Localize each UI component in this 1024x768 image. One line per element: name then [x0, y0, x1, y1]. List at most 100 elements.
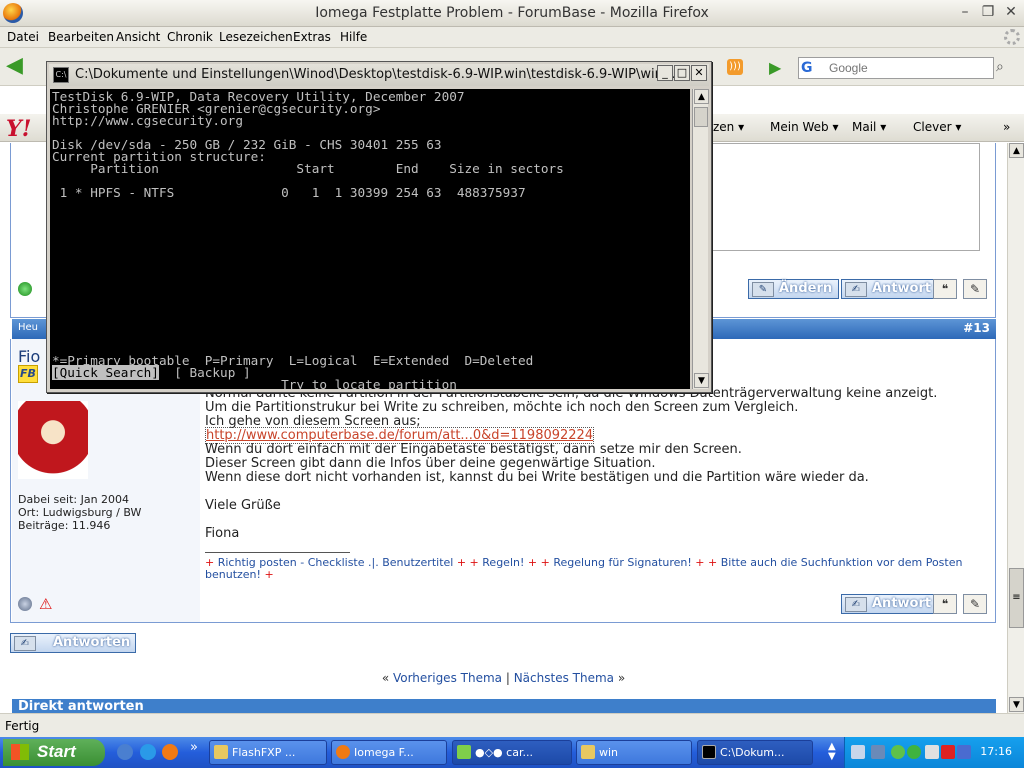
- tray-icon[interactable]: [891, 745, 905, 759]
- signature-divider: [205, 552, 350, 553]
- firefox-task-icon: [336, 745, 350, 759]
- multiquote-button[interactable]: ✎: [963, 279, 987, 299]
- yahoo-item-mein-web[interactable]: Mein Web ▾: [770, 120, 839, 134]
- tray-icon[interactable]: [851, 745, 865, 759]
- menu-hilfe[interactable]: Hilfe: [340, 30, 367, 44]
- plus-icon: + +: [456, 556, 483, 569]
- folder-icon: [581, 745, 595, 759]
- menu-ansicht[interactable]: Ansicht: [116, 30, 160, 44]
- task-cmd[interactable]: C:\Dokum...: [697, 740, 813, 765]
- taskbar: Start » FlashFXP ... Iomega F... ●◇● car…: [0, 737, 1024, 768]
- quicklaunch-more[interactable]: »: [190, 740, 198, 755]
- post-username[interactable]: Fio: [18, 347, 40, 366]
- yahoo-item-clever[interactable]: Clever ▾: [913, 120, 961, 134]
- quote-button[interactable]: ❝: [933, 594, 957, 614]
- online-status-icon: [18, 282, 32, 296]
- firefox-quicklaunch-icon[interactable]: [162, 744, 178, 760]
- close-button[interactable]: ✕: [1002, 4, 1020, 22]
- console-scrollbar[interactable]: ▲ ▼: [692, 89, 709, 389]
- menu-lesezeichen[interactable]: Lesezeichen: [219, 30, 293, 44]
- scroll-thumb[interactable]: ≡: [1009, 568, 1024, 628]
- signature: + Richtig posten - Checkliste .|. Benutz…: [205, 557, 985, 581]
- post-line: Wenn diese dort nicht vorhanden ist, kan…: [205, 470, 869, 485]
- tray-icon[interactable]: [871, 745, 885, 759]
- menu-chronik[interactable]: Chronik: [167, 30, 213, 44]
- console-hint: Try to locate partition: [52, 377, 457, 389]
- console-scroll-up-icon[interactable]: ▲: [694, 89, 709, 104]
- tray-icon[interactable]: [907, 745, 921, 759]
- go-arrow-icon[interactable]: ▶: [769, 58, 781, 77]
- reply-button[interactable]: ✍ Antwort: [841, 594, 939, 614]
- tray-icon[interactable]: [941, 745, 955, 759]
- reply-button-top[interactable]: ✍ Antwort: [841, 279, 939, 299]
- plus-icon: + +: [695, 556, 721, 569]
- toolbar-scroll-icon[interactable]: ▲ ▼: [828, 742, 836, 762]
- console-scroll-down-icon[interactable]: ▼: [694, 373, 709, 388]
- search-magnifier-icon[interactable]: ⌕: [996, 59, 1004, 75]
- console-minimize-button[interactable]: _: [657, 65, 673, 81]
- menu-bearbeiten[interactable]: Bearbeiten: [48, 30, 114, 44]
- offline-status-icon: [18, 597, 32, 611]
- yahoo-item-zen[interactable]: zen ▾: [713, 120, 744, 134]
- page-scrollbar[interactable]: ▲ ≡ ▼: [1007, 143, 1024, 713]
- menu-extras[interactable]: Extras: [293, 30, 331, 44]
- reply-icon: ✍: [14, 636, 36, 651]
- scroll-up-icon[interactable]: ▲: [1009, 143, 1024, 158]
- quote-button[interactable]: ❝: [933, 279, 957, 299]
- post-line: Dieser Screen gibt dann die Infos über d…: [205, 456, 656, 471]
- report-icon[interactable]: ⚠: [39, 595, 52, 613]
- task-win-folder[interactable]: win: [576, 740, 692, 765]
- scroll-down-icon[interactable]: ▼: [1009, 697, 1024, 712]
- edit-icon: ✎: [752, 282, 774, 297]
- restore-button[interactable]: ❐: [979, 4, 997, 22]
- console-window: C:\ C:\Dokumente und Einstellungen\Winod…: [46, 61, 712, 393]
- yahoo-item-mail[interactable]: Mail ▾: [852, 120, 886, 134]
- console-scroll-thumb[interactable]: [694, 107, 708, 127]
- yahoo-more[interactable]: »: [1003, 120, 1010, 134]
- task-car[interactable]: ●◇● car...: [452, 740, 572, 765]
- tray-icon[interactable]: [925, 745, 939, 759]
- google-icon[interactable]: G: [801, 60, 817, 76]
- task-flashfxp[interactable]: FlashFXP ...: [209, 740, 327, 765]
- post-greeting: Viele Grüße: [205, 498, 281, 513]
- clock[interactable]: 17:16: [980, 745, 1012, 758]
- show-desktop-icon[interactable]: [117, 744, 133, 760]
- windows-logo-icon: [11, 744, 29, 760]
- reply-icon: ✍: [845, 282, 867, 297]
- console-maximize-button[interactable]: □: [674, 65, 690, 81]
- console-titlebar: C:\ C:\Dokumente und Einstellungen\Winod…: [49, 64, 709, 86]
- tray-icon[interactable]: [957, 745, 971, 759]
- post-body: Normal dürfte keine Partition in der Par…: [205, 387, 995, 541]
- post-date: Heu: [18, 322, 39, 333]
- console-screen[interactable]: TestDisk 6.9-WIP, Data Recovery Utility,…: [50, 89, 690, 389]
- prev-thread-link[interactable]: Vorheriges Thema: [393, 671, 502, 685]
- internet-explorer-icon[interactable]: [140, 744, 156, 760]
- flashfxp-icon: [214, 745, 228, 759]
- plus-icon: +: [264, 568, 274, 581]
- post-number[interactable]: #13: [963, 321, 990, 335]
- minimize-button[interactable]: –: [956, 4, 974, 22]
- forumbase-logo: FB: [18, 365, 38, 383]
- back-arrow-icon[interactable]: ◀: [6, 55, 23, 77]
- yahoo-logo[interactable]: Y!: [6, 116, 31, 142]
- console-partition-row[interactable]: 1 * HPFS - NTFS 0 1 1 30399 254 63 48837…: [52, 186, 690, 199]
- multiquote-button[interactable]: ✎: [963, 594, 987, 614]
- edit-button[interactable]: ✎ Ändern: [748, 279, 840, 299]
- task-firefox[interactable]: Iomega F...: [331, 740, 447, 765]
- system-tray: 17:16: [844, 737, 1024, 768]
- reply-icon: ✍: [845, 597, 867, 612]
- plus-icon: + +: [527, 556, 554, 569]
- console-icon: C:\: [53, 67, 69, 83]
- rss-icon[interactable]: ))): [727, 59, 743, 75]
- next-thread-link[interactable]: Nächstes Thema: [514, 671, 614, 685]
- sig-link-regeln[interactable]: Regeln!: [482, 556, 524, 569]
- new-reply-button[interactable]: ✍ Antworten: [10, 633, 136, 653]
- search-input[interactable]: [829, 61, 989, 75]
- console-line: http://www.cgsecurity.org: [52, 113, 243, 128]
- menu-datei[interactable]: Datei: [7, 30, 39, 44]
- console-close-button[interactable]: ✕: [691, 65, 707, 81]
- post-line: Um die Partitionstrukur bei Write zu sch…: [205, 400, 799, 415]
- start-button[interactable]: Start: [3, 739, 105, 766]
- user-meta: Dabei seit: Jan 2004 Ort: Ludwigsburg / …: [18, 493, 141, 532]
- sig-link-signaturen[interactable]: Regelung für Signaturen!: [553, 556, 691, 569]
